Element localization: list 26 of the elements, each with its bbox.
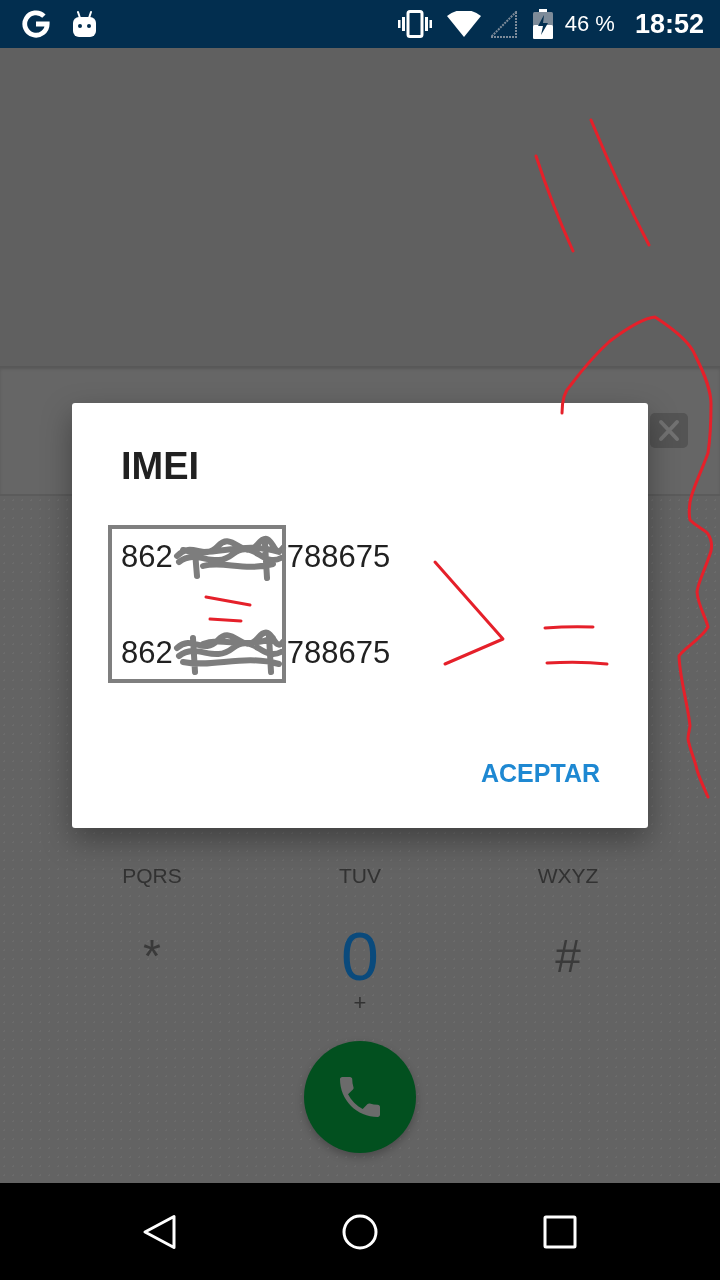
key-digit[interactable]: #	[555, 922, 581, 990]
battery-charging-icon	[532, 9, 553, 39]
key-digit[interactable]: *	[143, 922, 161, 990]
key-letters[interactable]: PQRS	[122, 864, 182, 888]
key-digit[interactable]: 0	[341, 922, 379, 990]
letter-g-icon	[22, 10, 50, 38]
vibrate-icon	[397, 10, 432, 38]
home-icon[interactable]	[342, 1213, 378, 1250]
wifi-icon	[446, 11, 481, 37]
handwritten-symbol-drawing	[204, 595, 252, 623]
robot-icon	[72, 10, 97, 38]
battery-percent: 46 %	[564, 13, 615, 35]
signal-icon	[489, 10, 517, 38]
accept-button[interactable]: ACEPTAR	[469, 750, 612, 796]
key-letters[interactable]: +	[353, 992, 367, 1014]
imei-digits: 788675	[286, 538, 391, 576]
imei-digits: 862	[121, 634, 173, 672]
recents-icon[interactable]	[542, 1213, 578, 1250]
clock-time: 18:52	[634, 10, 704, 38]
imei-digits: 862	[121, 538, 173, 576]
back-icon[interactable]	[142, 1213, 178, 1250]
key-letters[interactable]: WXYZ	[537, 864, 599, 888]
key-letters[interactable]: TUV	[339, 864, 381, 888]
phone-icon	[340, 1077, 380, 1117]
imei-digits: 788675	[286, 634, 391, 672]
dialog-title: IMEI	[121, 444, 201, 489]
